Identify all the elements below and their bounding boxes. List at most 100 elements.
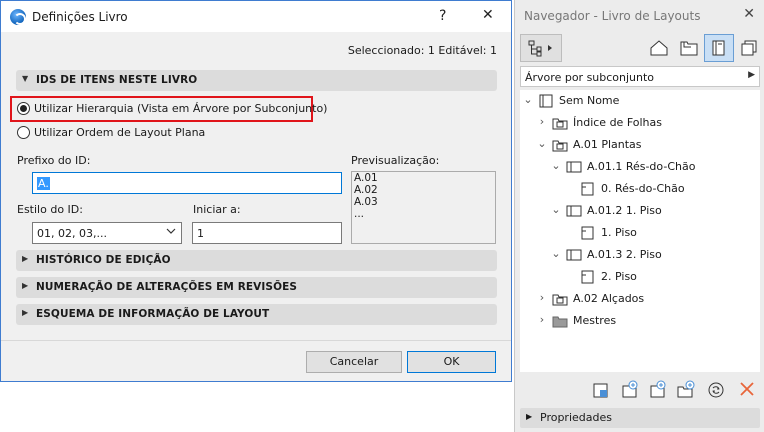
tree-node-label: A.01 Plantas <box>573 138 642 151</box>
tree-node-label: A.02 Alçados <box>573 292 645 305</box>
folder-icon <box>551 291 569 310</box>
chevron-down-icon: ⌄ <box>551 203 561 216</box>
preview-box: A.01 A.02 A.03 ... <box>351 171 496 244</box>
start-at-input[interactable]: 1 <box>192 222 342 244</box>
view-mode-value: Árvore por subconjunto <box>525 71 655 84</box>
chevron-right-icon: › <box>539 313 545 326</box>
tree-node-index[interactable]: › Índice de Folhas <box>537 113 747 133</box>
layout-icon <box>579 181 597 200</box>
publisher-sets-button[interactable] <box>734 34 764 62</box>
delete-icon <box>740 382 754 396</box>
section-revisions-header[interactable]: ▶ NUMERAÇÃO DE ALTERAÇÕES EM REVISÕES <box>16 277 497 298</box>
properties-header[interactable]: ▶ Propriedades <box>520 408 760 428</box>
section-ids-header[interactable]: ▼ IDS DE ITENS NESTE LIVRO <box>16 70 497 91</box>
id-style-label: Estilo do ID: <box>17 203 83 216</box>
folder-view-icon <box>680 41 698 56</box>
ok-button[interactable]: OK <box>407 351 496 373</box>
new-folder-button[interactable] <box>676 380 696 403</box>
project-map-button[interactable] <box>644 34 674 62</box>
subset-icon <box>565 247 583 266</box>
tree-node-label: 2. Piso <box>601 270 637 283</box>
radio-hierarchy[interactable]: Utilizar Hierarquia (Vista em Árvore por… <box>17 101 327 117</box>
tree-node-alcados[interactable]: › A.02 Alçados <box>537 289 747 309</box>
dialog-titlebar: Definições Livro ? ✕ <box>1 1 511 32</box>
tree-node-layout[interactable]: 0. Rés-do-Chão <box>565 179 755 199</box>
expand-triangle-icon: ▶ <box>22 308 29 317</box>
refresh-icon <box>708 382 724 398</box>
house-icon <box>650 40 668 56</box>
delete-button[interactable] <box>738 380 756 401</box>
view-map-button[interactable] <box>674 34 704 62</box>
preview-line: A.02 <box>354 184 378 196</box>
preview-line: A.01 <box>354 172 378 184</box>
tree-node-subset[interactable]: ⌄ A.01.1 Rés-do-Chão <box>551 157 751 177</box>
layout-icon <box>579 225 597 244</box>
tree-node-label: 0. Rés-do-Chão <box>601 182 685 195</box>
new-subset-button[interactable] <box>620 380 640 403</box>
expand-triangle-icon: ▶ <box>22 281 29 290</box>
tree-node-subset[interactable]: ⌄ A.01.3 2. Piso <box>551 245 751 265</box>
section-ids-label: IDS DE ITENS NESTE LIVRO <box>36 74 198 86</box>
start-at-label: Iniciar a: <box>193 203 241 216</box>
tree-node-subset[interactable]: ⌄ A.01.2 1. Piso <box>551 201 751 221</box>
tree-node-root[interactable]: ⌄ Sem Nome <box>523 91 753 111</box>
layout-book-button[interactable] <box>704 34 734 62</box>
tree-node-masters[interactable]: › Mestres <box>537 311 747 331</box>
new-master-icon <box>650 380 666 398</box>
id-style-select[interactable]: 01, 02, 03,... <box>32 222 182 244</box>
preview-line: ... <box>354 208 365 220</box>
close-icon[interactable]: ✕ <box>743 6 755 22</box>
section-history-label: HISTÓRICO DE EDIÇÃO <box>36 254 171 266</box>
expand-triangle-icon: ▶ <box>526 412 533 421</box>
new-master-button[interactable] <box>648 380 668 403</box>
tree-node-layout[interactable]: 2. Piso <box>565 267 755 287</box>
tree-node-label: A.01.2 1. Piso <box>587 204 662 217</box>
update-button[interactable] <box>706 380 726 403</box>
cancel-button[interactable]: Cancelar <box>306 351 402 373</box>
view-map-menu-button[interactable] <box>520 34 562 62</box>
prefix-value: A. <box>37 177 50 190</box>
radio-unselected-icon[interactable] <box>17 126 30 139</box>
prefix-input[interactable]: A. <box>32 172 342 194</box>
chevron-down-icon: ⌄ <box>551 159 561 172</box>
layout-icon <box>579 269 597 288</box>
book-icon <box>537 93 555 112</box>
start-at-value: 1 <box>197 227 204 240</box>
tree-node-label: Mestres <box>573 314 617 327</box>
tree-node-label: 1. Piso <box>601 226 637 239</box>
help-button[interactable]: ? <box>439 8 446 24</box>
radio-flat[interactable]: Utilizar Ordem de Layout Plana <box>17 125 217 141</box>
radio-hierarchy-label: Utilizar Hierarquia (Vista em Árvore por… <box>34 102 328 115</box>
section-history-header[interactable]: ▶ HISTÓRICO DE EDIÇÃO <box>16 250 497 271</box>
chevron-down-icon <box>166 226 176 239</box>
folder-icon <box>551 115 569 134</box>
expand-triangle-icon: ▶ <box>22 254 29 263</box>
chevron-down-icon: ⌄ <box>537 137 547 150</box>
new-folder-icon <box>677 380 695 398</box>
radio-selected-icon[interactable] <box>17 102 30 115</box>
navigator-title: Navegador - Livro de Layouts <box>524 9 701 23</box>
chevron-down-icon: ⌄ <box>551 247 561 260</box>
selection-status: Seleccionado: 1 Editável: 1 <box>347 44 497 57</box>
new-layout-button[interactable] <box>591 380 611 403</box>
prefix-label: Prefixo do ID: <box>17 154 91 167</box>
archicad-app-icon <box>10 9 26 25</box>
chevron-right-icon: › <box>539 291 545 304</box>
new-subset-icon <box>622 380 638 398</box>
tree-node-label: A.01.1 Rés-do-Chão <box>587 160 696 173</box>
navigator-palette: Navegador - Livro de Layouts ✕ Árvore po… <box>514 0 764 432</box>
chevron-right-icon: › <box>539 115 545 128</box>
tree-node-layout[interactable]: 1. Piso <box>565 223 755 243</box>
folder-icon <box>551 137 569 156</box>
section-schema-header[interactable]: ▶ ESQUEMA DE INFORMAÇÃO DE LAYOUT <box>16 304 497 325</box>
radio-flat-label: Utilizar Ordem de Layout Plana <box>34 126 206 139</box>
new-layout-icon <box>593 383 608 398</box>
tree-node-plantas[interactable]: ⌄ A.01 Plantas <box>537 135 747 155</box>
preview-label: Previsualização: <box>351 154 440 167</box>
book-settings-dialog: Definições Livro ? ✕ Seleccionado: 1 Edi… <box>0 0 512 382</box>
section-revisions-label: NUMERAÇÃO DE ALTERAÇÕES EM REVISÕES <box>36 281 298 293</box>
id-style-value: 01, 02, 03,... <box>37 227 107 240</box>
close-icon[interactable]: ✕ <box>482 7 494 23</box>
tree-node-label: Sem Nome <box>559 94 620 107</box>
view-mode-dropdown[interactable]: Árvore por subconjunto ▶ <box>520 66 760 87</box>
